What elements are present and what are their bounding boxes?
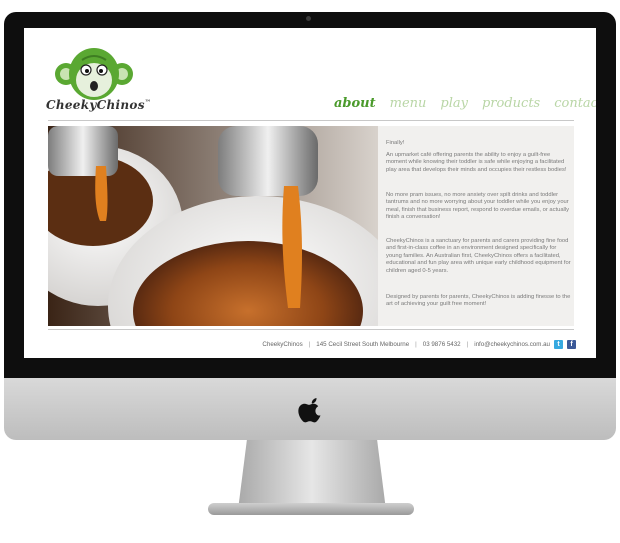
header-divider [48,120,574,121]
nav-menu[interactable]: menu [390,96,427,111]
nav-contact[interactable]: contact [554,96,596,111]
site-footer: CheekyChinos | 145 Cecil Street South Me… [262,340,576,349]
website-screen: CheekyChinos™ about menu play products c… [24,28,596,358]
coffee-hero-image [48,126,378,326]
intro-heading: Finally! [386,140,405,146]
footer-email[interactable]: info@cheekychinos.com.au [474,341,550,348]
intro-paragraph-1: An upmarket café offering parents the ab… [386,152,567,173]
nav-products[interactable]: products [482,96,540,111]
footer-phone[interactable]: 03 9876 5432 [423,341,461,348]
nav-play[interactable]: play [440,96,468,111]
main-navigation: about menu play products contact [334,96,596,111]
intro-paragraph-4: Designed by parents for parents, CheekyC… [386,294,571,308]
footer-separator: | [466,341,469,348]
footer-name: CheekyChinos [262,341,303,348]
footer-address: 145 Cecil Street South Melbourne [316,341,410,348]
footer-divider [48,329,574,330]
logo-wordmark[interactable]: CheekyChinos™ [46,98,151,112]
twitter-icon[interactable]: t [554,340,563,349]
imac-mockup: CheekyChinos™ about menu play products c… [0,0,620,543]
intro-paragraph-2: No more pram issues, no more anxiety ove… [386,192,570,221]
trademark-mark: ™ [144,99,152,106]
camera-dot [306,16,311,21]
logo-text: CheekyChinos [46,98,145,112]
facebook-icon[interactable]: f [567,340,576,349]
apple-logo-icon [298,398,321,423]
footer-separator: | [415,341,417,348]
nav-about[interactable]: about [334,96,376,111]
footer-separator: | [308,341,311,348]
monitor-foot [208,503,414,515]
monitor-stand [238,440,386,510]
intro-paragraph-3: CheekyChinos is a sanctuary for parents … [386,238,571,274]
